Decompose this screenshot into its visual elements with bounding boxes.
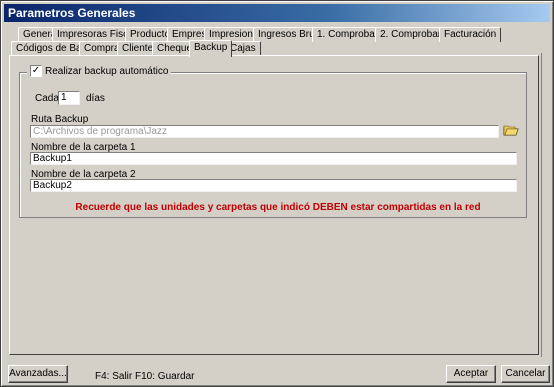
- window-title: Parametros Generales: [4, 4, 550, 22]
- tab-panel-backup: [9, 55, 539, 355]
- auto-backup-option[interactable]: ✓ Realizar backup automático: [27, 64, 172, 78]
- cancelar-button[interactable]: Cancelar: [501, 365, 550, 383]
- aceptar-button[interactable]: Aceptar: [446, 365, 496, 383]
- avanzadas-button[interactable]: Avanzadas...: [8, 365, 68, 383]
- window: Parametros Generales General Impresoras …: [0, 0, 554, 387]
- auto-backup-checkbox[interactable]: ✓: [30, 65, 42, 77]
- auto-backup-label: Realizar backup automático: [45, 65, 169, 77]
- tab-backup[interactable]: Backup: [189, 40, 233, 57]
- shortcut-hint: F4: Salir F10: Guardar: [95, 371, 195, 382]
- tab-facturacion[interactable]: Facturación: [439, 27, 502, 42]
